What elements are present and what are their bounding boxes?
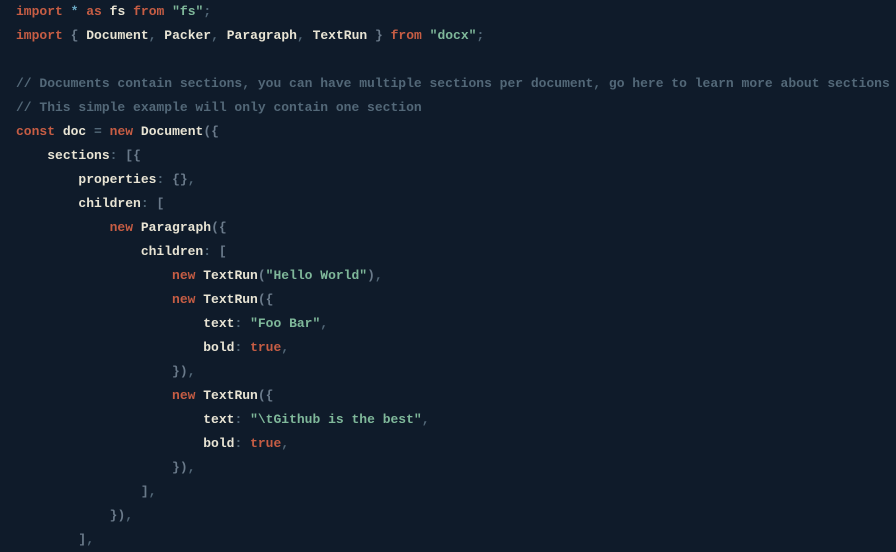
- prop-bold: bold: [203, 436, 234, 451]
- class-textrun: TextRun: [203, 388, 258, 403]
- identifier-fs: fs: [110, 4, 126, 19]
- comma: ,: [211, 28, 219, 43]
- keyword-new: new: [110, 124, 133, 139]
- paren-open: (: [258, 268, 266, 283]
- comma: ,: [188, 364, 196, 379]
- bracket-open: [: [156, 196, 164, 211]
- colon: :: [234, 340, 242, 355]
- bracket-open: [: [125, 148, 133, 163]
- bracket-close: ]: [141, 484, 149, 499]
- brace-open: {: [266, 292, 274, 307]
- identifier-paragraph: Paragraph: [227, 28, 297, 43]
- prop-children: children: [141, 244, 203, 259]
- brace-close: }: [172, 460, 180, 475]
- class-textrun: TextRun: [203, 268, 258, 283]
- keyword-import: import: [16, 28, 63, 43]
- paren-close: ): [180, 364, 188, 379]
- brace-close: }: [172, 364, 180, 379]
- string-fs-module: "fs": [172, 4, 203, 19]
- colon: :: [141, 196, 149, 211]
- string-hello-world: "Hello World": [266, 268, 367, 283]
- brace-open: {: [172, 172, 180, 187]
- class-document: Document: [141, 124, 203, 139]
- colon: :: [234, 436, 242, 451]
- colon: :: [156, 172, 164, 187]
- brace-close: }: [180, 172, 188, 187]
- comma: ,: [149, 484, 157, 499]
- brace-open: {: [219, 220, 227, 235]
- class-paragraph: Paragraph: [141, 220, 211, 235]
- paren-close: ): [180, 460, 188, 475]
- colon: :: [203, 244, 211, 259]
- keyword-new: new: [172, 388, 195, 403]
- comma: ,: [320, 316, 328, 331]
- brace-open: {: [71, 28, 79, 43]
- keyword-as: as: [86, 4, 102, 19]
- paren-close: ): [367, 268, 375, 283]
- prop-text: text: [203, 316, 234, 331]
- comma: ,: [188, 460, 196, 475]
- keyword-from: from: [391, 28, 422, 43]
- comment-line-1: // Documents contain sections, you can h…: [16, 76, 890, 91]
- code-editor[interactable]: import * as fs from "fs"; import { Docum…: [16, 0, 880, 552]
- string-foo-bar: "Foo Bar": [250, 316, 320, 331]
- comma: ,: [188, 172, 196, 187]
- prop-children: children: [78, 196, 140, 211]
- keyword-new: new: [172, 268, 195, 283]
- brace-open: {: [133, 148, 141, 163]
- brace-close: }: [375, 28, 383, 43]
- identifier-document: Document: [86, 28, 148, 43]
- keyword-new: new: [172, 292, 195, 307]
- comma: ,: [281, 436, 289, 451]
- identifier-textrun: TextRun: [313, 28, 368, 43]
- star-token: *: [71, 4, 79, 19]
- class-textrun: TextRun: [203, 292, 258, 307]
- paren-open: (: [203, 124, 211, 139]
- comma: ,: [375, 268, 383, 283]
- prop-sections: sections: [47, 148, 109, 163]
- comma: ,: [125, 508, 133, 523]
- keyword-const: const: [16, 124, 55, 139]
- keyword-import: import: [16, 4, 63, 19]
- equals: =: [94, 124, 102, 139]
- comma: ,: [86, 532, 94, 547]
- paren-open: (: [258, 292, 266, 307]
- colon: :: [110, 148, 118, 163]
- semicolon: ;: [476, 28, 484, 43]
- prop-text: text: [203, 412, 234, 427]
- keyword-from: from: [133, 4, 164, 19]
- boolean-true: true: [250, 436, 281, 451]
- boolean-true: true: [250, 340, 281, 355]
- prop-properties: properties: [78, 172, 156, 187]
- prop-bold: bold: [203, 340, 234, 355]
- colon: :: [234, 412, 242, 427]
- comma: ,: [149, 28, 157, 43]
- paren-open: (: [211, 220, 219, 235]
- comma: ,: [281, 340, 289, 355]
- paren-open: (: [258, 388, 266, 403]
- comma: ,: [422, 412, 430, 427]
- brace-open: {: [266, 388, 274, 403]
- semicolon: ;: [203, 4, 211, 19]
- identifier-doc: doc: [63, 124, 86, 139]
- bracket-open: [: [219, 244, 227, 259]
- brace-open: {: [211, 124, 219, 139]
- string-github: "\tGithub is the best": [250, 412, 422, 427]
- keyword-new: new: [110, 220, 133, 235]
- colon: :: [234, 316, 242, 331]
- identifier-packer: Packer: [164, 28, 211, 43]
- comment-line-2: // This simple example will only contain…: [16, 100, 422, 115]
- string-docx-module: "docx": [430, 28, 477, 43]
- comma: ,: [297, 28, 305, 43]
